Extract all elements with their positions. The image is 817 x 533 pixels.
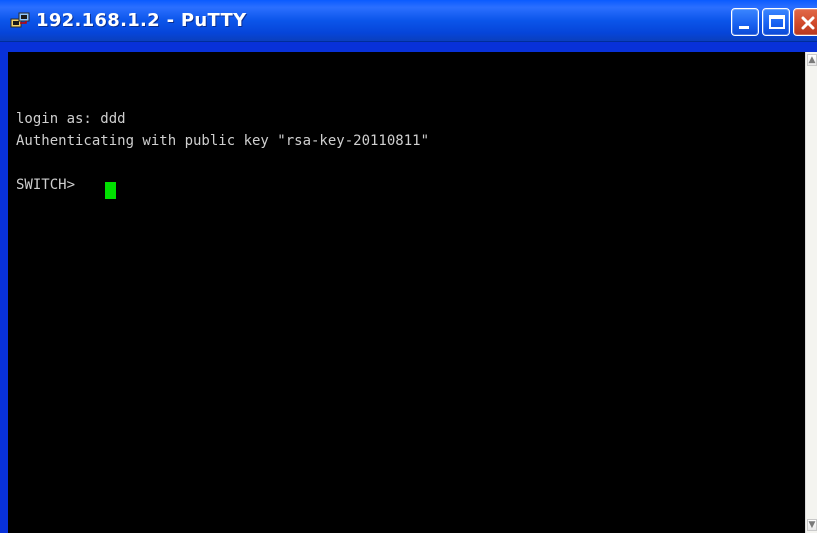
minimize-icon (739, 26, 749, 29)
terminal-line: login as: ddd (16, 111, 126, 127)
scroll-down-arrow-icon[interactable]: ▼ (807, 519, 817, 531)
terminal-area[interactable]: login as: ddd Authenticating with public… (8, 52, 805, 533)
window-title: 192.168.1.2 - PuTTY (36, 10, 247, 31)
title-bar[interactable]: 192.168.1.2 - PuTTY (0, 0, 817, 42)
minimize-button[interactable] (731, 8, 759, 36)
close-icon (801, 16, 815, 30)
terminal-cursor (105, 182, 116, 199)
putty-icon (10, 12, 30, 28)
maximize-icon (769, 15, 785, 29)
close-button[interactable] (793, 8, 817, 36)
scroll-up-arrow-icon[interactable]: ▲ (807, 54, 817, 66)
terminal-line: Authenticating with public key "rsa-key-… (16, 133, 430, 149)
putty-window: 192.168.1.2 - PuTTY login as: ddd Authen… (0, 0, 817, 533)
terminal-line: SWITCH> (16, 177, 76, 193)
maximize-button[interactable] (762, 8, 790, 36)
vertical-scrollbar[interactable]: ▲ ▼ (805, 52, 817, 533)
